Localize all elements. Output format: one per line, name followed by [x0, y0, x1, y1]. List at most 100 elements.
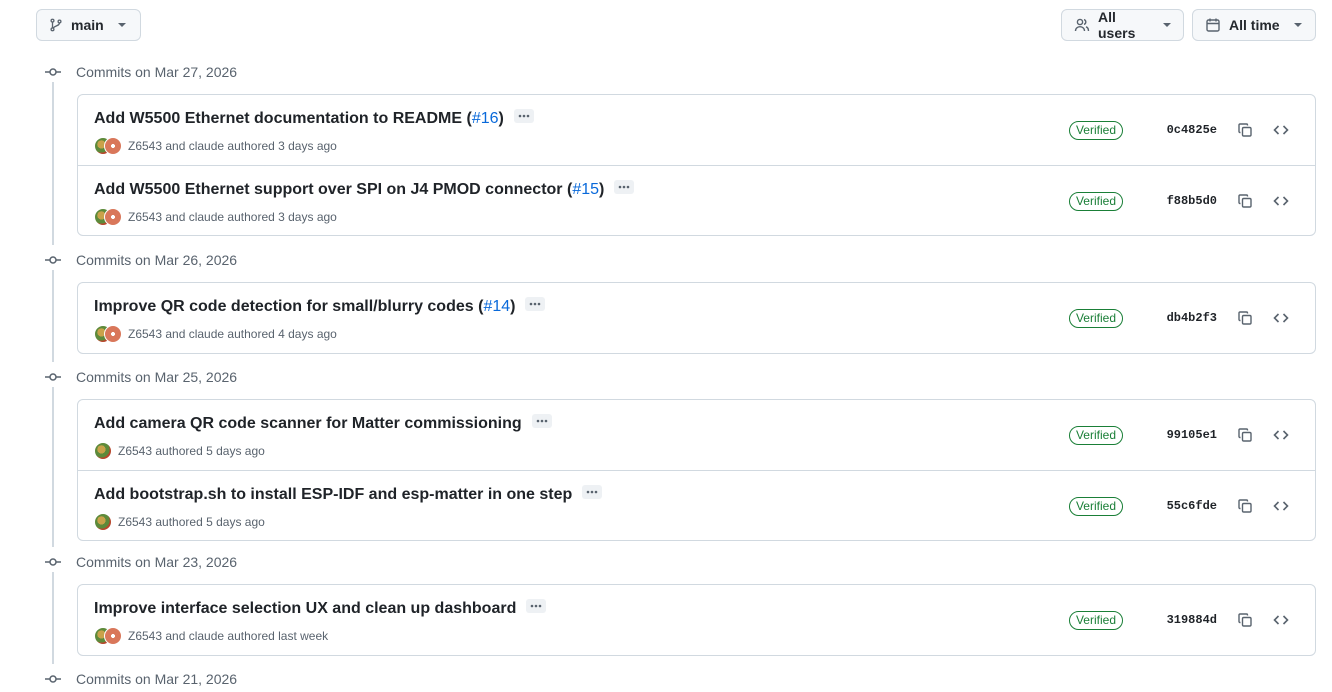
- branch-selector-button[interactable]: main: [36, 9, 141, 41]
- commit-time: authored 3 days ago: [227, 139, 337, 153]
- users-filter-label: All users: [1098, 9, 1136, 41]
- timeline-line: [52, 82, 54, 245]
- commit-meta: Z6543 and claude authored 3 days ago: [94, 137, 337, 155]
- pr-link[interactable]: #15: [572, 181, 599, 199]
- browse-code-icon[interactable]: [1267, 187, 1295, 215]
- commit-sha-link[interactable]: 55c6fde: [1147, 499, 1217, 513]
- chevron-down-icon: [1293, 23, 1302, 27]
- commit-title-text[interactable]: Improve QR code detection for small/blur…: [94, 298, 474, 316]
- git-commit-icon: [45, 554, 61, 570]
- commit-meta: Z6543 and claude authored 3 days ago: [94, 208, 337, 226]
- verified-badge[interactable]: Verified: [1068, 496, 1123, 516]
- expand-message-button[interactable]: [531, 414, 552, 428]
- timeline-line: [52, 387, 54, 547]
- verified-badge[interactable]: Verified: [1068, 191, 1123, 211]
- time-filter-button[interactable]: All time: [1192, 9, 1316, 41]
- commit-title[interactable]: Add camera QR code scanner for Matter co…: [94, 414, 552, 433]
- commit-group-heading: Commits on Mar 25, 2026: [45, 367, 237, 387]
- avatar-stack[interactable]: [94, 325, 122, 343]
- commit-sha-link[interactable]: 319884d: [1147, 613, 1217, 627]
- commit-title-text[interactable]: Improve interface selection UX and clean…: [94, 600, 516, 618]
- commit-group-heading: Commits on Mar 21, 2026: [45, 669, 237, 689]
- commit-list-card: Improve interface selection UX and clean…: [77, 584, 1316, 656]
- time-filter-label: All time: [1229, 17, 1280, 33]
- avatar-stack[interactable]: [94, 442, 112, 460]
- avatar[interactable]: [104, 137, 122, 155]
- copy-icon[interactable]: [1231, 606, 1259, 634]
- timeline-line: [52, 270, 54, 362]
- copy-icon[interactable]: [1231, 492, 1259, 520]
- avatar[interactable]: [104, 208, 122, 226]
- commit-group-heading: Commits on Mar 27, 2026: [45, 62, 237, 82]
- commit-authors[interactable]: Z6543: [118, 515, 152, 529]
- commit-sha-link[interactable]: 99105e1: [1147, 428, 1217, 442]
- commit-title-text[interactable]: Add camera QR code scanner for Matter co…: [94, 415, 522, 433]
- pr-link[interactable]: #16: [472, 110, 499, 128]
- commit-sha-link[interactable]: 0c4825e: [1147, 123, 1217, 137]
- avatar-stack[interactable]: [94, 137, 122, 155]
- verified-badge[interactable]: Verified: [1068, 308, 1123, 328]
- commit-meta: Z6543 authored 5 days ago: [94, 513, 265, 531]
- commit-authors[interactable]: Z6543 and claude: [128, 210, 224, 224]
- git-branch-icon: [49, 17, 63, 33]
- browse-code-icon[interactable]: [1267, 116, 1295, 144]
- expand-message-button[interactable]: [513, 109, 534, 123]
- timeline-line: [52, 572, 54, 664]
- calendar-icon: [1205, 17, 1221, 33]
- commit-time: authored 5 days ago: [155, 515, 265, 529]
- avatar[interactable]: [94, 442, 112, 460]
- commit-meta: Z6543 and claude authored last week: [94, 627, 328, 645]
- commit-row: Add W5500 Ethernet support over SPI on J…: [78, 165, 1315, 235]
- avatar-stack[interactable]: [94, 513, 112, 531]
- git-commit-icon: [45, 252, 61, 268]
- commit-time: authored last week: [227, 629, 329, 643]
- commit-sha-link[interactable]: db4b2f3: [1147, 311, 1217, 325]
- commit-title[interactable]: Add W5500 Ethernet documentation to READ…: [94, 109, 534, 128]
- commit-title-text[interactable]: Add W5500 Ethernet support over SPI on J…: [94, 181, 563, 199]
- commit-group-heading: Commits on Mar 23, 2026: [45, 552, 237, 572]
- commit-authors[interactable]: Z6543 and claude: [128, 629, 224, 643]
- git-commit-icon: [45, 64, 61, 80]
- verified-badge[interactable]: Verified: [1068, 610, 1123, 630]
- avatar[interactable]: [104, 627, 122, 645]
- commit-row: Add W5500 Ethernet documentation to READ…: [78, 95, 1315, 165]
- browse-code-icon[interactable]: [1267, 606, 1295, 634]
- expand-message-button[interactable]: [526, 599, 547, 613]
- commit-list-card: Add W5500 Ethernet documentation to READ…: [77, 94, 1316, 236]
- commit-time: authored 3 days ago: [227, 210, 337, 224]
- browse-code-icon[interactable]: [1267, 492, 1295, 520]
- commit-group-date: Commits on Mar 21, 2026: [76, 671, 238, 687]
- verified-badge[interactable]: Verified: [1068, 120, 1123, 140]
- commit-sha-link[interactable]: f88b5d0: [1147, 194, 1217, 208]
- browse-code-icon[interactable]: [1267, 304, 1295, 332]
- chevron-down-icon: [1163, 23, 1171, 27]
- commit-title[interactable]: Add W5500 Ethernet support over SPI on J…: [94, 180, 635, 199]
- pr-link[interactable]: #14: [483, 298, 510, 316]
- git-commit-icon: [45, 369, 61, 385]
- commit-authors[interactable]: Z6543 and claude: [128, 327, 224, 341]
- browse-code-icon[interactable]: [1267, 421, 1295, 449]
- commit-authors[interactable]: Z6543 and claude: [128, 139, 224, 153]
- commit-title[interactable]: Improve interface selection UX and clean…: [94, 599, 547, 618]
- avatar-stack[interactable]: [94, 627, 122, 645]
- commit-title-text[interactable]: Add bootstrap.sh to install ESP-IDF and …: [94, 486, 572, 504]
- copy-icon[interactable]: [1231, 116, 1259, 144]
- expand-message-button[interactable]: [525, 297, 546, 311]
- copy-icon[interactable]: [1231, 304, 1259, 332]
- expand-message-button[interactable]: [614, 180, 635, 194]
- copy-icon[interactable]: [1231, 421, 1259, 449]
- commit-time: authored 5 days ago: [155, 444, 265, 458]
- commit-authors[interactable]: Z6543: [118, 444, 152, 458]
- commit-group-date: Commits on Mar 25, 2026: [76, 369, 238, 385]
- commit-meta: Z6543 and claude authored 4 days ago: [94, 325, 337, 343]
- verified-badge[interactable]: Verified: [1068, 425, 1123, 445]
- avatar-stack[interactable]: [94, 208, 122, 226]
- commit-title[interactable]: Add bootstrap.sh to install ESP-IDF and …: [94, 485, 603, 504]
- commit-title-text[interactable]: Add W5500 Ethernet documentation to READ…: [94, 110, 462, 128]
- copy-icon[interactable]: [1231, 187, 1259, 215]
- users-filter-button[interactable]: All users: [1061, 9, 1184, 41]
- expand-message-button[interactable]: [582, 485, 603, 499]
- avatar[interactable]: [94, 513, 112, 531]
- avatar[interactable]: [104, 325, 122, 343]
- commit-title[interactable]: Improve QR code detection for small/blur…: [94, 297, 546, 316]
